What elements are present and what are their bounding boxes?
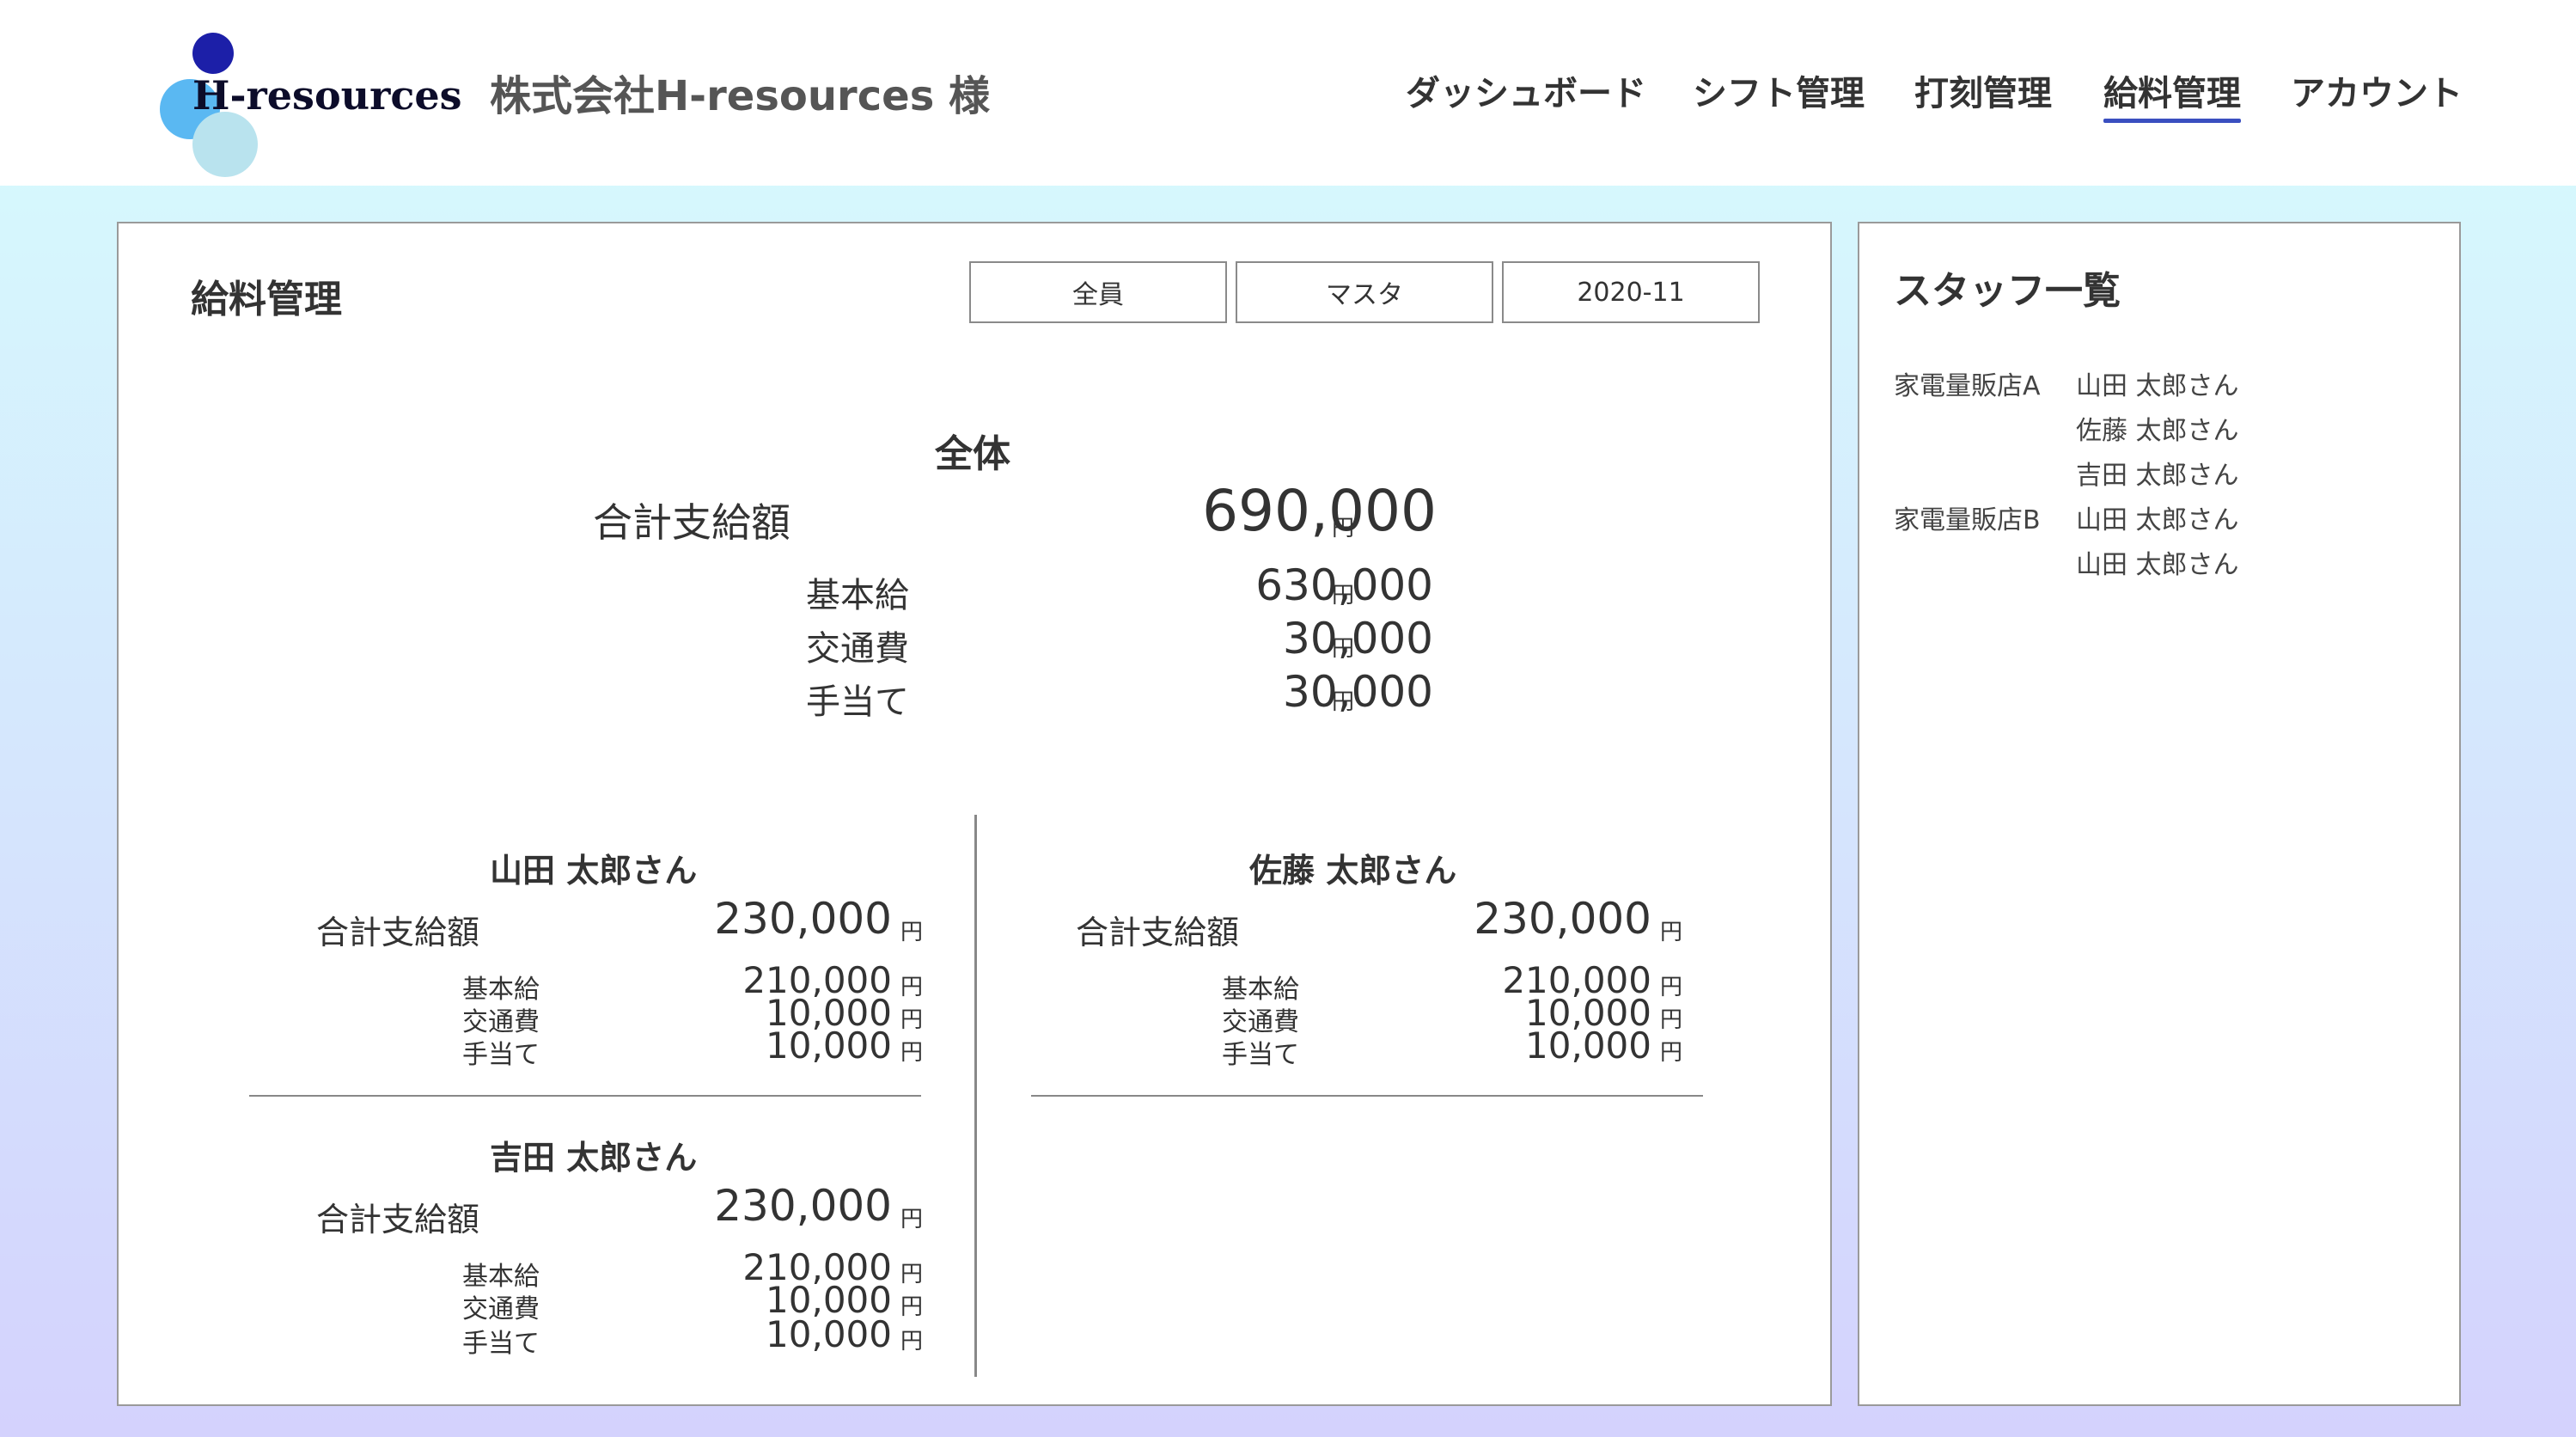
staff-row-unit: 円 (900, 1040, 924, 1066)
staff-total-label: 合計支給額 (1076, 914, 1240, 951)
overall-heading: 全体 (935, 432, 1010, 476)
nav-salary[interactable]: 給料管理 (2103, 65, 2241, 123)
staff-row-value: 10,000 (1525, 1024, 1651, 1067)
overall-row-unit: 円 (1332, 636, 1355, 662)
staff-total-label: 合計支給額 (316, 1201, 480, 1238)
staff-list-item[interactable]: 山田 太郎さん (2076, 364, 2239, 402)
overall-row-value: 30,000 (1283, 614, 1433, 663)
staff-row-label: 手当て (462, 1040, 540, 1070)
staff-list-item[interactable]: 佐藤 太郎さん (2076, 409, 2239, 447)
company-name: 株式会社H-resources 様 (490, 72, 991, 120)
store-label: 家電量販店A (1894, 371, 2041, 401)
staff-row-unit: 円 (900, 1329, 924, 1354)
filter-master-button[interactable]: マスタ (1236, 261, 1493, 323)
row-divider-right (1031, 1095, 1703, 1097)
staff-name: 吉田 太郎さん (490, 1139, 698, 1177)
store-label: 家電量販店B (1894, 505, 2041, 535)
overall-row-unit: 円 (1332, 583, 1355, 608)
overall-total-label: 合計支給額 (593, 499, 791, 546)
staff-list-item[interactable]: 吉田 太郎さん (2076, 454, 2239, 492)
logo-text: H-resources (192, 72, 462, 119)
staff-total-value: 230,000 (1474, 894, 1651, 944)
staff-total-unit: 円 (1660, 920, 1683, 945)
staff-list-title: スタッフ一覧 (1894, 269, 2121, 313)
staff-row-unit: 円 (1660, 1040, 1683, 1066)
overall-row-label: 手当て (806, 682, 909, 722)
staff-row-unit: 円 (900, 1262, 924, 1287)
staff-row-label: 交通費 (462, 1294, 540, 1324)
staff-total-value: 230,000 (714, 894, 892, 944)
staff-name: 山田 太郎さん (490, 852, 698, 890)
staff-total-unit: 円 (900, 1207, 924, 1232)
staff-row-label: 手当て (462, 1329, 540, 1359)
overall-row-label: 交通費 (806, 629, 909, 669)
staff-row-unit: 円 (900, 975, 924, 1000)
staff-name: 佐藤 太郎さん (1249, 852, 1457, 890)
staff-list-item[interactable]: 山田 太郎さん (2076, 498, 2239, 536)
overall-row-value: 30,000 (1283, 667, 1433, 717)
nav-shift[interactable]: シフト管理 (1693, 65, 1865, 115)
nav-dashboard[interactable]: ダッシュボード (1406, 65, 1646, 115)
logo-circle-navy (192, 33, 234, 74)
staff-row-unit: 円 (900, 1294, 924, 1320)
salary-panel: 給料管理 全員 マスタ 2020-11 全体 合計支給額 690,000 円 基… (117, 222, 1832, 1406)
logo[interactable]: H-resources (155, 29, 462, 177)
overall-row-unit: 円 (1332, 689, 1355, 715)
page-title: 給料管理 (191, 278, 342, 321)
staff-row-unit: 円 (1660, 1007, 1683, 1033)
overall-row-label: 基本給 (806, 576, 909, 615)
staff-list-item[interactable]: 山田 太郎さん (2076, 543, 2239, 581)
staff-total-value: 230,000 (714, 1181, 892, 1231)
staff-row-value: 10,000 (766, 1024, 892, 1067)
filter-month-button[interactable]: 2020-11 (1502, 261, 1760, 323)
overall-row-value: 630,000 (1255, 560, 1433, 610)
staff-row-unit: 円 (1660, 975, 1683, 1000)
staff-row-unit: 円 (900, 1007, 924, 1033)
filter-staff-button[interactable]: 全員 (969, 261, 1227, 323)
overall-total-unit: 円 (1332, 516, 1355, 541)
staff-list-panel: スタッフ一覧 家電量販店A 山田 太郎さん 佐藤 太郎さん 吉田 太郎さん 家電… (1858, 222, 2461, 1406)
staff-total-unit: 円 (900, 920, 924, 945)
column-divider (974, 815, 977, 1377)
row-divider-left (249, 1095, 921, 1097)
nav-timestamp[interactable]: 打刻管理 (1914, 65, 2052, 115)
staff-total-label: 合計支給額 (316, 914, 480, 951)
staff-row-value: 10,000 (766, 1313, 892, 1355)
overall-total-value: 690,000 (1202, 478, 1437, 544)
nav-account[interactable]: アカウント (2291, 65, 2463, 115)
logo-circle-light (192, 112, 258, 177)
app-header: H-resources 株式会社H-resources 様 ダッシュボード シフ… (0, 0, 2576, 186)
staff-row-label: 手当て (1222, 1040, 1299, 1070)
